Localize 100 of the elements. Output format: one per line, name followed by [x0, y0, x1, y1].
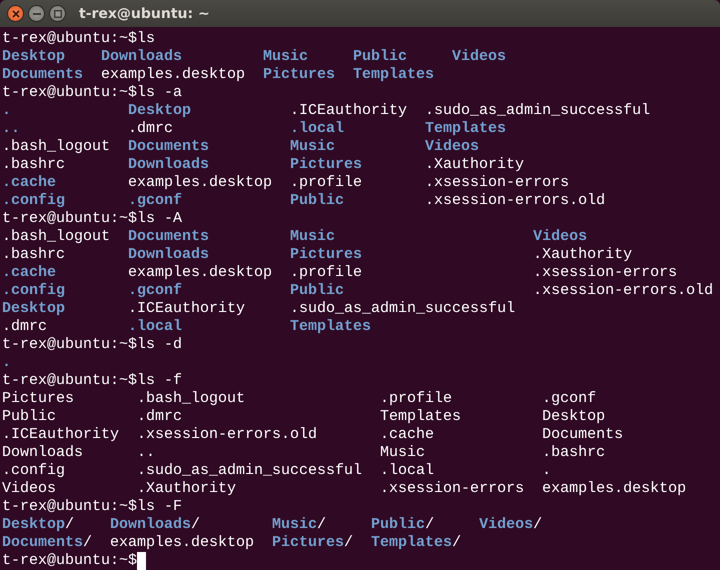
file-name: examples.desktop — [542, 480, 686, 498]
directory-name: Public — [353, 48, 408, 66]
file-name: .local — [380, 462, 434, 480]
file-name: .dmrc — [2, 318, 48, 336]
directory-name: Documents — [128, 138, 210, 156]
directory-name: .gconf — [128, 282, 182, 300]
directory-name: Templates — [290, 318, 372, 336]
file-name: .Xauthority — [533, 246, 632, 264]
command-text: ls -F — [137, 498, 182, 515]
type-suffix: / — [452, 534, 462, 552]
file-name: .xsession-errors — [425, 174, 570, 192]
file-name: .xsession-errors — [533, 264, 678, 282]
file-name: Downloads — [2, 444, 84, 462]
file-name: .bashrc — [2, 246, 66, 264]
file-name: Templates — [380, 408, 462, 426]
directory-name: Videos — [479, 516, 534, 534]
file-name: .xsession-errors.old — [425, 192, 606, 210]
directory-name: Pictures — [263, 66, 336, 84]
file-name: .bashrc — [542, 444, 606, 462]
file-name: .ICEauthority — [128, 300, 246, 318]
directory-name: Desktop — [128, 102, 192, 120]
file-name: .bash_logout — [137, 390, 246, 408]
command-text: ls -f — [137, 372, 182, 389]
directory-name: Music — [290, 228, 336, 246]
directory-name: Music — [290, 138, 336, 156]
shell-prompt: t-rex@ubuntu:~$ — [2, 336, 138, 353]
minimize-button[interactable] — [28, 5, 45, 22]
directory-name: Documents — [128, 228, 210, 246]
close-button[interactable] — [7, 5, 24, 22]
file-name: Public — [2, 408, 56, 426]
shell-prompt: t-rex@ubuntu:~$ — [2, 552, 138, 569]
command-text: ls -d — [137, 336, 182, 353]
directory-name: Videos — [533, 228, 588, 246]
directory-name: Desktop — [2, 516, 66, 534]
command-text: ls -A — [137, 210, 182, 227]
directory-name: .local — [128, 318, 182, 336]
file-name: .xsession-errors.old — [533, 282, 714, 300]
directory-name: Templates — [425, 120, 506, 138]
directory-name: .cache — [2, 174, 56, 192]
type-suffix: / — [65, 516, 74, 534]
directory-name: Desktop — [2, 300, 66, 318]
minimize-icon — [32, 12, 40, 14]
file-name: Music — [380, 444, 426, 462]
directory-name: .cache — [2, 264, 56, 282]
file-name: .dmrc — [128, 120, 174, 138]
directory-name: Downloads — [128, 156, 210, 174]
file-name: .bash_logout — [2, 138, 110, 156]
directory-name: Pictures — [290, 156, 362, 174]
directory-name: Music — [272, 516, 318, 534]
maximize-button[interactable] — [49, 5, 66, 22]
directory-name: Documents — [2, 66, 84, 84]
type-suffix: / — [425, 516, 434, 534]
directory-name: Videos — [425, 138, 480, 156]
file-name: Pictures — [2, 390, 74, 408]
file-name: examples.desktop — [128, 264, 272, 282]
directory-name: Desktop — [2, 48, 66, 66]
shell-prompt: t-rex@ubuntu:~$ — [2, 372, 138, 389]
file-name: .profile — [290, 174, 362, 192]
directory-name: .config — [2, 282, 66, 300]
type-suffix: / — [533, 516, 542, 534]
directory-name: Downloads — [110, 516, 192, 534]
directory-name: Music — [263, 48, 308, 66]
directory-name: . — [2, 354, 12, 372]
directory-name: .local — [290, 120, 344, 138]
window-title: t-rex@ubuntu: ~ — [79, 6, 210, 22]
type-suffix: / — [191, 516, 200, 534]
command-text: ls — [137, 30, 156, 47]
file-name: .bash_logout — [2, 228, 110, 246]
file-name: examples.desktop — [101, 66, 246, 84]
shell-prompt: t-rex@ubuntu:~$ — [2, 84, 138, 101]
file-name: examples.desktop — [128, 174, 272, 192]
directory-name: Public — [290, 192, 344, 210]
maximize-icon — [54, 10, 62, 18]
file-name: .bashrc — [2, 156, 66, 174]
file-name: .ICEauthority — [2, 426, 120, 444]
directory-name: .gconf — [128, 192, 182, 210]
directory-name: Public — [371, 516, 426, 534]
directory-name: Public — [290, 282, 344, 300]
shell-prompt: t-rex@ubuntu:~$ — [2, 210, 138, 227]
file-name: .sudo_as_admin_successful — [137, 462, 362, 480]
directory-name: .config — [2, 192, 66, 210]
close-icon — [12, 10, 20, 18]
file-name: .config — [2, 462, 66, 480]
directory-name: Downloads — [128, 246, 210, 264]
file-name: .sudo_as_admin_successful — [425, 102, 650, 120]
directory-name: . — [2, 102, 12, 120]
shell-prompt: t-rex@ubuntu:~$ — [2, 30, 138, 47]
file-name: .cache — [380, 426, 434, 444]
file-name: . — [542, 462, 552, 480]
directory-name: Downloads — [101, 48, 182, 66]
directory-name: Videos — [452, 48, 506, 66]
file-name: .dmrc — [137, 408, 182, 426]
shell-prompt: t-rex@ubuntu:~$ — [2, 498, 138, 515]
file-name: .xsession-errors — [380, 480, 524, 498]
directory-name: Pictures — [290, 246, 362, 264]
file-name: .. — [137, 444, 156, 462]
type-suffix: / — [83, 534, 92, 552]
file-name: .profile — [290, 264, 362, 282]
file-name: examples.desktop — [110, 534, 254, 552]
directory-name: .. — [2, 120, 20, 138]
